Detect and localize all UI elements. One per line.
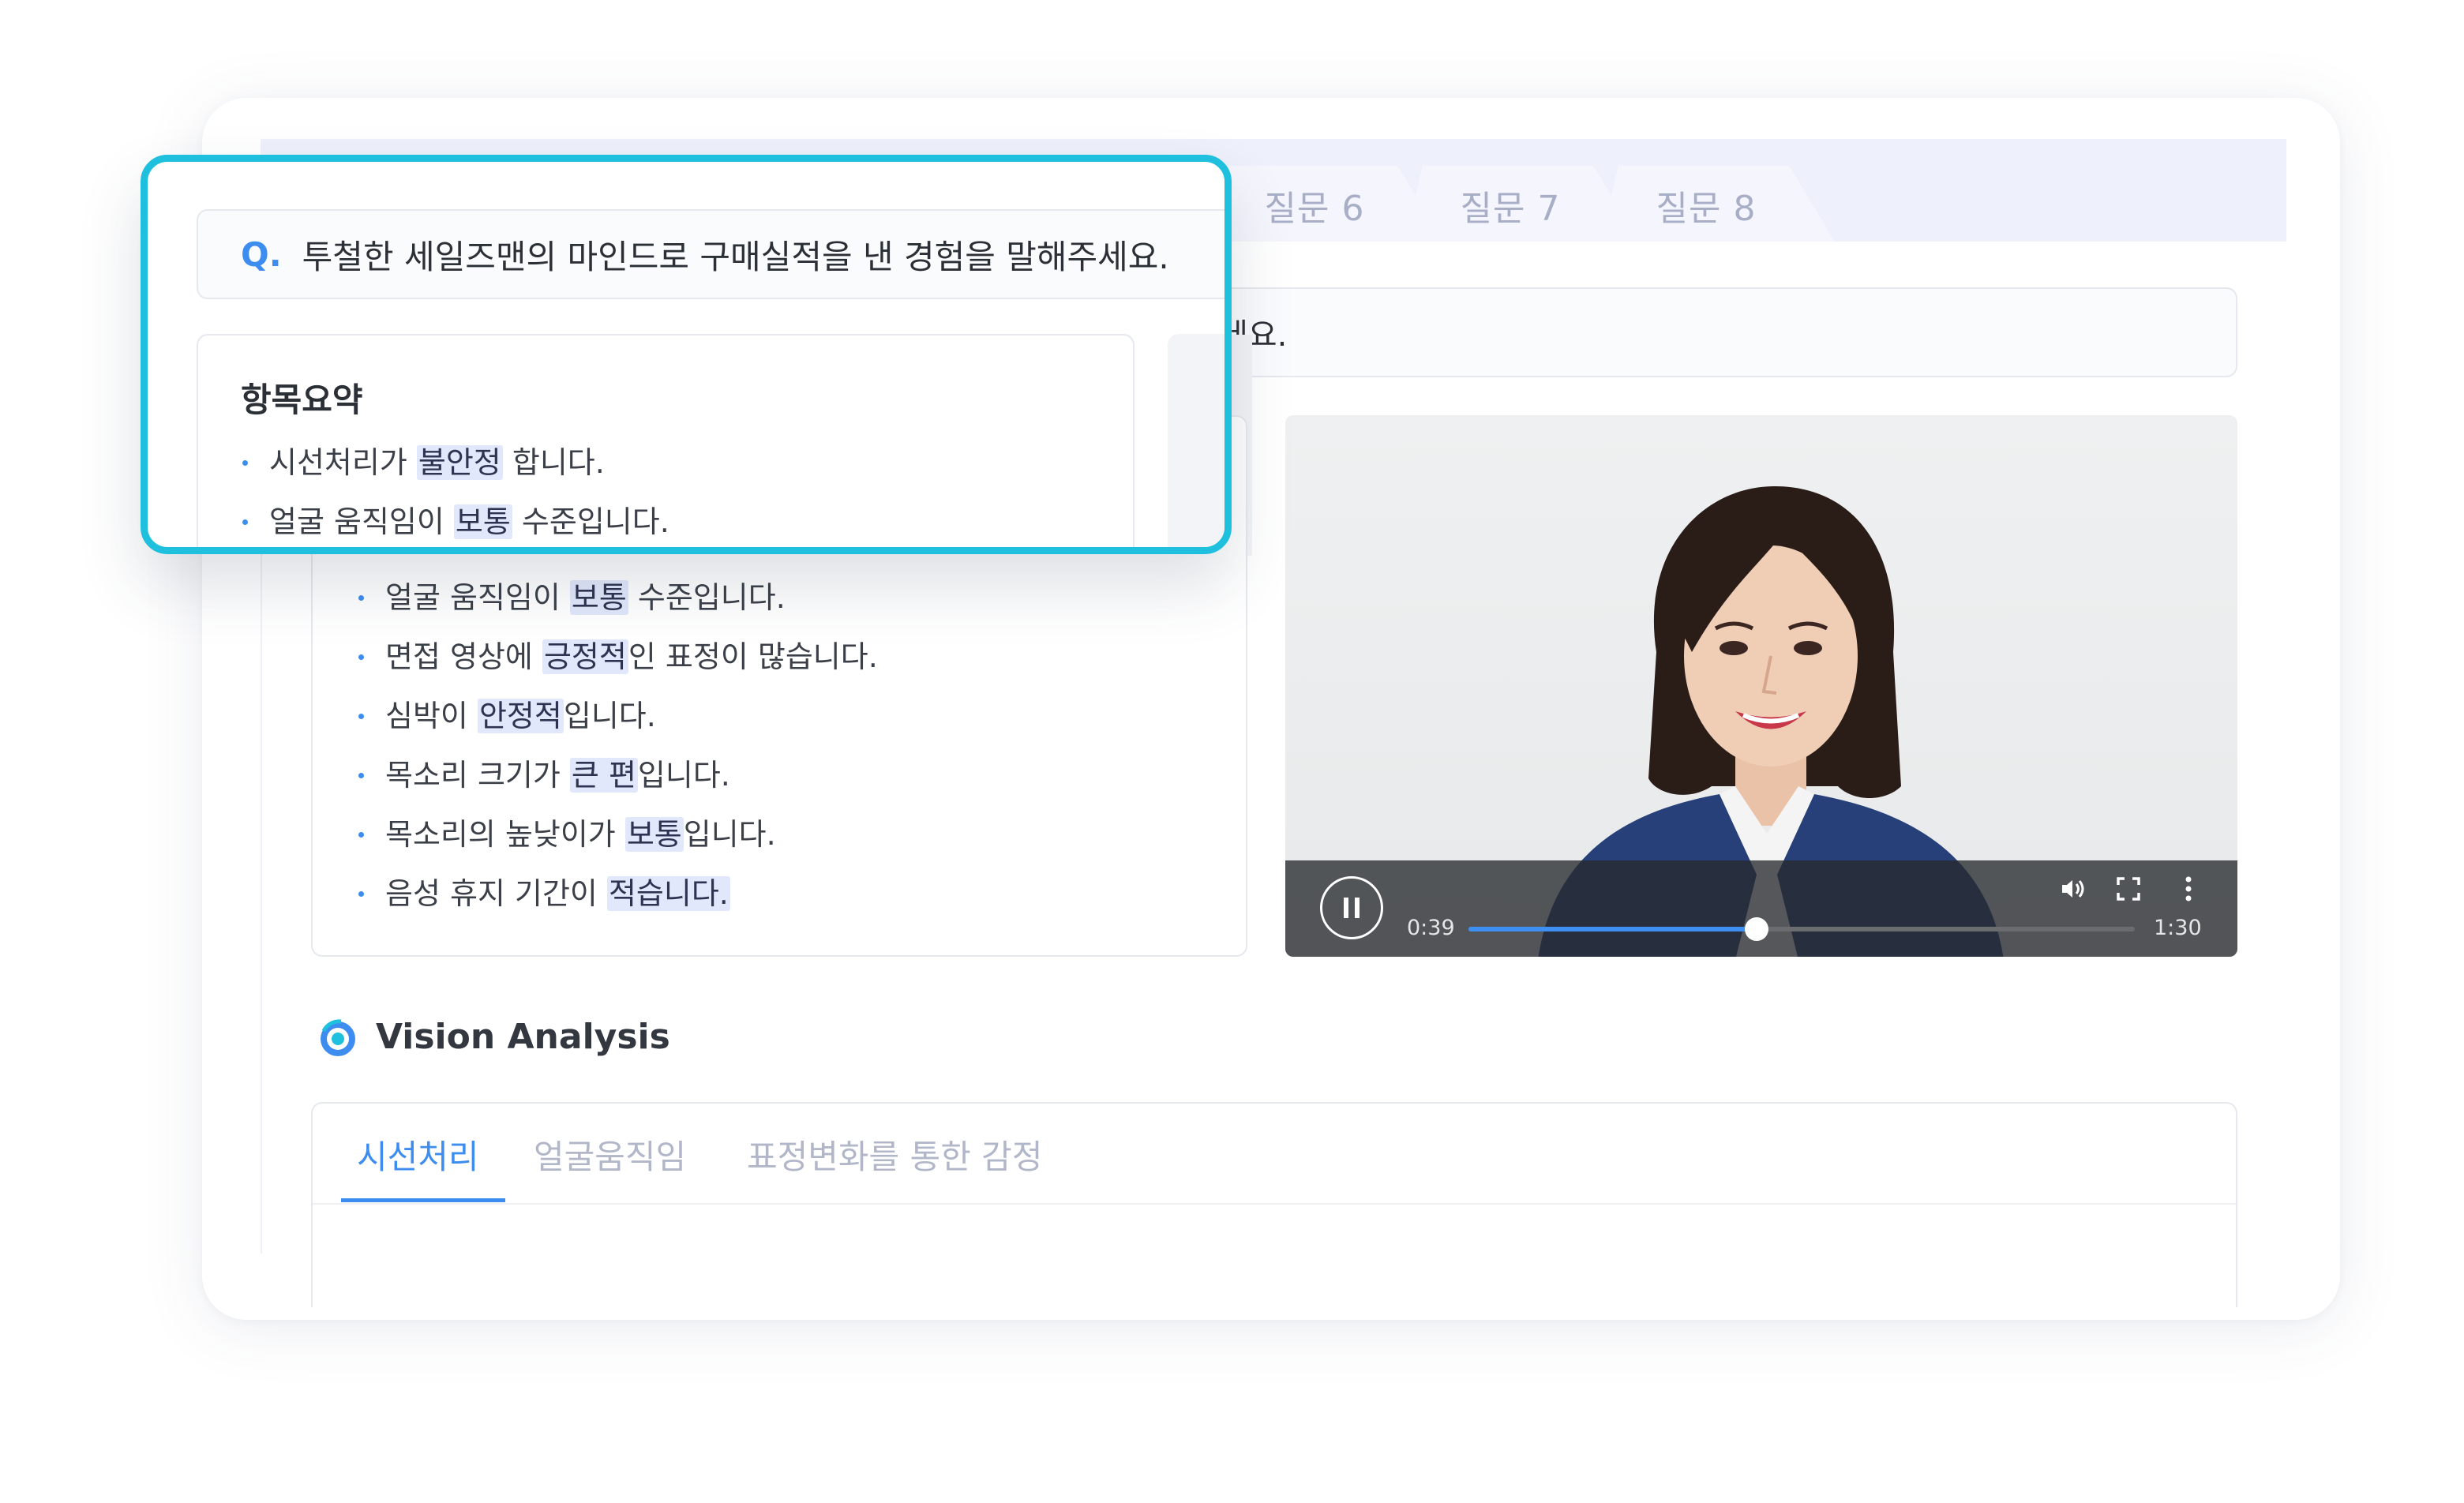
list-item: 얼굴 움직임이 보통 수준입니다. [358, 568, 878, 628]
duration: 1:30 [2154, 916, 2202, 940]
pause-button[interactable] [1320, 876, 1383, 939]
tab-label: 질문 8 [1656, 189, 1757, 229]
question-marker: Q. [241, 234, 282, 274]
tab-label: 질문 6 [1264, 189, 1365, 229]
summary-list: 시선처리가 불안정 합니다. 얼굴 움직임이 보통 수준입니다. [242, 433, 669, 547]
current-time: 0:39 [1407, 916, 1455, 940]
list-item: 심박이 안정적입니다. [358, 687, 878, 746]
summary-title: 항목요약 [241, 380, 363, 419]
list-item: 목소리의 높낮이가 보통입니다. [358, 805, 878, 864]
list-item: 목소리 크기가 큰 편입니다. [358, 746, 878, 805]
question-text: 투철한 세일즈맨의 마인드로 구매실적을 낸 경험을 말해주세요. [302, 237, 1169, 276]
list-item: 시선처리가 불안정 합니다. [242, 433, 669, 493]
list-item: 얼굴 움직임이 보통 수준입니다. [242, 493, 669, 547]
vision-analysis-icon [321, 1019, 355, 1056]
tab-expression-emotion[interactable]: 표정변화를 통한 감정 [747, 1130, 1042, 1179]
vision-analysis-title: Vision Analysis [376, 1017, 670, 1057]
video-progress-bar[interactable] [1468, 927, 2135, 931]
video-controls: 0:39 1:30 [1285, 860, 2237, 957]
highlight-popup: Q. 투철한 세일즈맨의 마인드로 구매실적을 낸 경험을 말해주세요. 항목요… [141, 155, 1232, 554]
tab-label: 질문 7 [1460, 189, 1561, 229]
fullscreen-icon[interactable] [2111, 871, 2146, 906]
summary-list: 얼굴 움직임이 보통 수준입니다. 면접 영상에 긍정적인 표정이 많습니다. … [358, 568, 878, 924]
list-item: 면접 영상에 긍정적인 표정이 많습니다. [358, 628, 878, 687]
volume-icon[interactable] [2056, 871, 2091, 906]
tab-face-movement[interactable]: 얼굴움직임 [534, 1130, 686, 1179]
progress-handle[interactable] [1745, 917, 1769, 941]
question-bar: 세요. [1168, 287, 2237, 377]
tab-divider [313, 1203, 2236, 1205]
progress-fill [1468, 927, 1757, 931]
list-item: 음성 휴지 기간이 적습니다. [358, 864, 878, 924]
side-panel [1168, 334, 1224, 547]
tab-gaze[interactable]: 시선처리 [357, 1130, 479, 1179]
more-options-icon[interactable] [2171, 871, 2206, 906]
question-bar: Q. 투철한 세일즈맨의 마인드로 구매실적을 낸 경험을 말해주세요. [197, 209, 1224, 299]
video-player[interactable]: 0:39 1:30 [1285, 415, 2237, 957]
active-tab-indicator [341, 1198, 505, 1202]
